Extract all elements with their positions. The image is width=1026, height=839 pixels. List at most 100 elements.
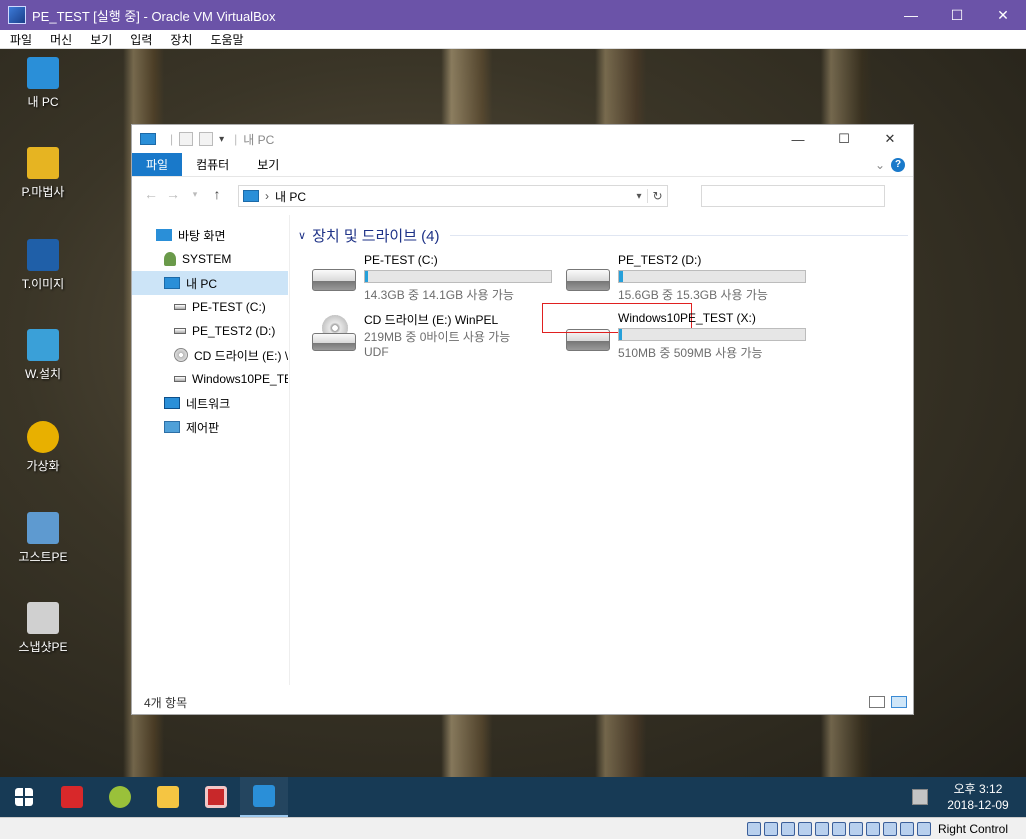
taskbar-app-red[interactable] [192,777,240,817]
explorer-maximize-button[interactable]: ☐ [821,131,867,147]
menu-input[interactable]: 입력 [120,31,160,48]
menu-devices[interactable]: 장치 [160,31,200,48]
taskbar-file-explorer[interactable] [144,777,192,817]
minimize-button[interactable]: — [888,0,934,30]
mouse-integration-icon[interactable] [899,821,914,836]
optical-drive-icon[interactable] [763,821,778,836]
drive-tile-c[interactable]: PE-TEST (C:) 14.3GB 중 14.1GB 사용 가능 [292,253,552,305]
new-folder-icon[interactable] [199,132,214,146]
tab-view[interactable]: 보기 [243,153,293,176]
app-icon [109,786,131,808]
nav-item-drive-x[interactable]: Windows10PE_TES [132,367,288,391]
taskbar-app-green[interactable] [96,777,144,817]
nav-label: 제어판 [186,420,220,435]
tab-file[interactable]: 파일 [132,153,183,176]
vbox-statusbar: Right Control [0,817,1026,839]
nav-item-drive-e[interactable]: CD 드라이브 (E:) \ [132,343,288,367]
nav-item-drive-d[interactable]: PE_TEST2 (D:) [132,319,288,343]
details-view-icon[interactable] [869,696,885,708]
hard-disk-icon[interactable] [746,821,761,836]
menu-machine[interactable]: 머신 [40,31,80,48]
chevron-down-icon[interactable]: ∨ [298,229,306,242]
group-title: 장치 및 드라이브 (4) [312,227,440,245]
disc-icon [27,421,59,453]
cpu-icon[interactable] [882,821,897,836]
computer-icon [27,57,59,89]
keyboard-icon[interactable] [916,821,931,836]
folder-icon [157,786,179,808]
explorer-title: 내 PC [243,132,275,147]
menu-file[interactable]: 파일 [0,31,40,48]
address-bar[interactable]: › 내 PC ▾ ↻ [238,185,668,207]
drive-tile-e[interactable]: CD 드라이브 (E:) WinPEL 219MB 중 0바이트 사용 가능 U… [292,311,542,383]
start-button[interactable] [0,777,48,817]
taskbar-power[interactable] [48,777,96,817]
desktop-icon-t-image[interactable]: T.이미지 [8,239,78,292]
desktop-icon-w-install[interactable]: W.설치 [8,329,78,382]
menu-help[interactable]: 도움말 [200,31,251,48]
nav-item-this-pc[interactable]: 내 PC [132,271,288,295]
desktop-icon-label: P.마법사 [21,185,65,199]
desktop-icon-p-wizard[interactable]: P.마법사 [8,147,78,200]
drive-usage-bar [364,270,552,283]
desktop-icon-ghost-pe[interactable]: 고스트PE [8,512,78,565]
drive-usage-fill [619,271,623,282]
video-capture-icon[interactable] [865,821,880,836]
audio-icon[interactable] [780,821,795,836]
drive-free-space: 219MB 중 0바이트 사용 가능 [364,330,511,344]
display-icon[interactable] [848,821,863,836]
desktop-icon-this-pc[interactable]: 내 PC [8,57,78,110]
ribbon-tabs: 파일 컴퓨터 보기 ⌄ ? [132,153,913,177]
tiles-view-icon[interactable] [891,696,907,708]
computer-icon [164,277,180,289]
desktop-icon-label: W.설치 [24,367,62,381]
drive-tile-d[interactable]: PE_TEST2 (D:) 15.6GB 중 15.3GB 사용 가능 [546,253,806,305]
nav-label: PE-TEST (C:) [192,300,266,314]
back-arrow-icon[interactable]: ← [140,186,162,202]
address-dropdown-icon[interactable]: ▾ [631,191,647,202]
clock[interactable]: 오후 3:12 2018-12-09 [940,781,1016,813]
nav-item-system[interactable]: SYSTEM [132,247,288,271]
breadcrumb-this-pc[interactable]: 내 PC [275,188,306,205]
network-adapter-icon[interactable] [797,821,812,836]
up-arrow-icon[interactable]: ↑ [206,186,228,202]
usb-icon[interactable] [814,821,829,836]
desktop-icon-label: 고스트PE [18,550,68,564]
tab-computer[interactable]: 컴퓨터 [182,153,243,176]
forward-arrow-icon[interactable]: → [162,186,184,202]
taskbar-this-pc[interactable] [240,777,288,817]
group-header-devices[interactable]: ∨ 장치 및 드라이브 (4) [298,225,908,245]
desktop-icon-virtual[interactable]: 가상화 [8,421,78,474]
nav-label: Windows10PE_TES [192,372,288,386]
properties-icon[interactable] [179,132,194,146]
chevron-right-icon[interactable]: › [265,189,269,203]
desktop-icon [156,229,172,241]
close-button[interactable]: ✕ [980,0,1026,30]
help-icon[interactable]: ? [891,158,905,172]
explorer-minimize-button[interactable]: — [775,132,821,147]
computer-icon [253,785,275,807]
computer-icon [140,133,156,145]
recent-locations-icon[interactable]: ▾ [184,189,206,200]
desktop-icon-snapshot-pe[interactable]: 스냅샷PE [8,602,78,655]
expand-ribbon-icon[interactable]: ⌄ [875,158,885,176]
nav-item-drive-c[interactable]: PE-TEST (C:) [132,295,288,319]
menu-view[interactable]: 보기 [80,31,120,48]
host-key-label: Right Control [937,821,1008,836]
network-tray-icon[interactable] [912,789,928,805]
maximize-button[interactable]: ☐ [934,0,980,30]
refresh-icon[interactable]: ↻ [647,189,667,203]
drive-name: PE-TEST (C:) [364,253,438,267]
nav-item-network[interactable]: 네트워크 [132,391,288,415]
drive-usage-bar [618,328,806,341]
chevron-down-icon[interactable]: ▾ [219,134,224,145]
nav-label: SYSTEM [182,252,232,266]
search-input[interactable] [701,185,885,207]
explorer-close-button[interactable]: ✕ [867,131,913,147]
nav-item-control-panel[interactable]: 제어판 [132,415,288,439]
user-icon [164,252,176,266]
drive-tile-x[interactable]: Windows10PE_TEST (X:) 510MB 중 509MB 사용 가… [542,303,806,363]
shared-folders-icon[interactable] [831,821,846,836]
nav-item-desktop[interactable]: 바탕 화면 [132,223,288,247]
power-icon [61,786,83,808]
